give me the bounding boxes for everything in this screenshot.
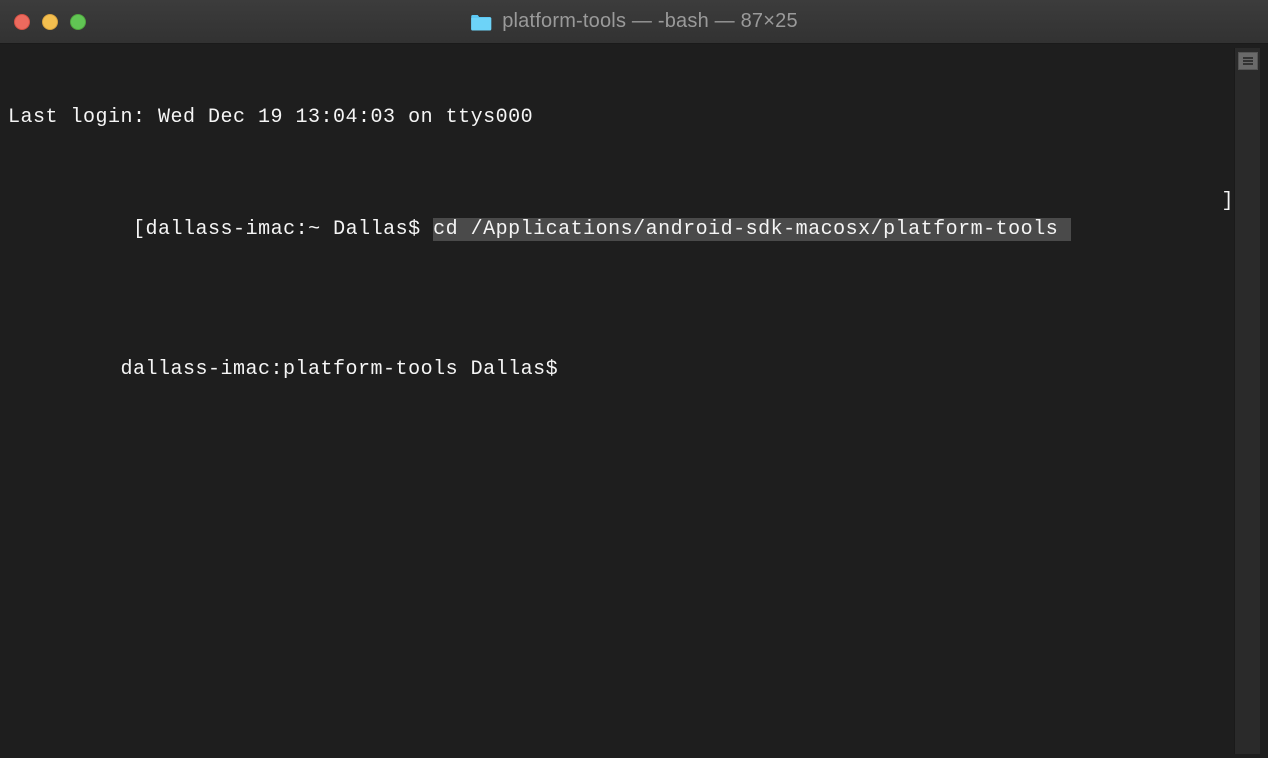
scrollbar-menu-icon[interactable]: [1238, 52, 1258, 70]
prompt-2: dallass-imac:platform-tools Dallas$: [108, 358, 571, 381]
terminal-window: platform-tools — -bash — 87×25 Last logi…: [0, 0, 1268, 758]
traffic-lights: [0, 14, 86, 30]
minimize-button[interactable]: [42, 14, 58, 30]
title-area: platform-tools — -bash — 87×25: [470, 10, 798, 33]
titlebar[interactable]: platform-tools — -bash — 87×25: [0, 0, 1268, 44]
bracket-close: ]: [1221, 188, 1234, 272]
bracket-open: [: [133, 218, 146, 241]
window-title: platform-tools — -bash — 87×25: [502, 10, 798, 33]
last-login-line: Last login: Wed Dec 19 13:04:03 on ttys0…: [8, 104, 1234, 132]
scrollbar[interactable]: [1234, 48, 1260, 754]
prompt-1: dallass-imac:~ Dallas$: [146, 218, 434, 241]
command-highlighted: cd /Applications/android-sdk-macosx/plat…: [433, 218, 1071, 241]
maximize-button[interactable]: [70, 14, 86, 30]
terminal-content[interactable]: Last login: Wed Dec 19 13:04:03 on ttys0…: [8, 48, 1234, 754]
command-line-1: [dallass-imac:~ Dallas$ cd /Applications…: [8, 188, 1234, 272]
close-button[interactable]: [14, 14, 30, 30]
command-line-2: dallass-imac:platform-tools Dallas$: [8, 328, 1234, 412]
folder-icon: [470, 13, 492, 31]
terminal-body[interactable]: Last login: Wed Dec 19 13:04:03 on ttys0…: [0, 44, 1268, 758]
